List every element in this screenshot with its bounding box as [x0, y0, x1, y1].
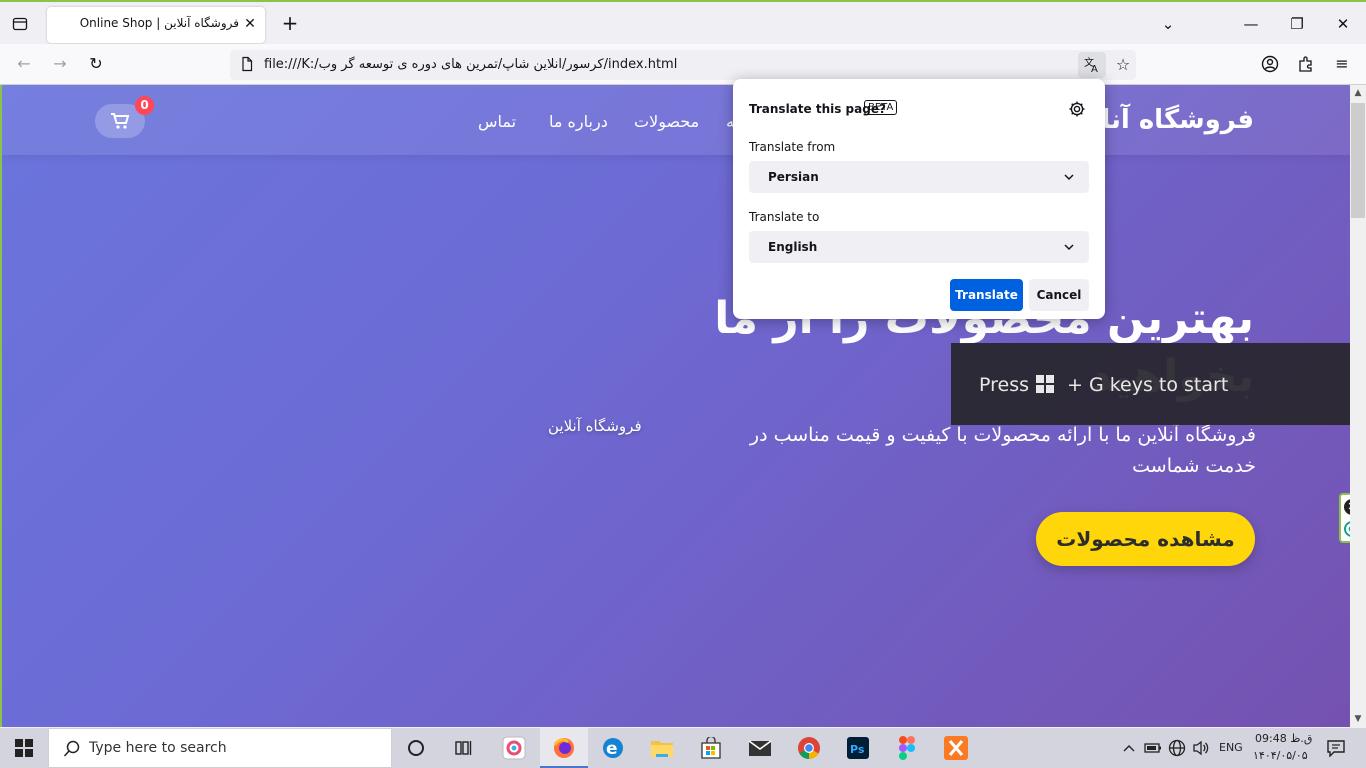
file-icon	[242, 56, 253, 72]
figma-icon[interactable]	[893, 734, 921, 762]
hero-description: فروشگاه آنلاین ما با ارائه محصولات با کی…	[749, 424, 1256, 477]
page-scrollbar[interactable]: ▲ ▼	[1350, 85, 1366, 727]
from-language-select[interactable]: Persian	[749, 161, 1089, 193]
new-tab-button[interactable]: +	[278, 12, 302, 36]
file-explorer-icon[interactable]	[648, 734, 676, 762]
extensions-icon[interactable]	[1294, 52, 1318, 76]
mail-icon[interactable]	[746, 734, 774, 762]
to-language-value: English	[768, 240, 818, 254]
cancel-button[interactable]: Cancel	[1029, 279, 1089, 311]
tab-list-icon[interactable]	[8, 12, 32, 36]
url-text[interactable]: file:///K:/کرسور/انلاین شاپ/تمرین های دو…	[264, 57, 677, 72]
to-language-select[interactable]: English	[749, 231, 1089, 263]
svg-text:A: A	[1091, 64, 1098, 74]
floating-shop-label: فروشگاه آنلاین	[548, 417, 642, 435]
photoshop-icon[interactable]: Ps	[844, 734, 872, 762]
windows-taskbar: Type here to search e Ps ENG 09:48 ق.ظ ۱…	[0, 728, 1366, 768]
edge-icon[interactable]: e	[599, 734, 627, 762]
chevron-down-icon	[1064, 174, 1074, 181]
account-icon[interactable]	[1258, 52, 1282, 76]
nav-link-about[interactable]: درباره ما	[549, 112, 608, 131]
browser-tab[interactable]: Online Shop | فروشگاه آنلاین ✕	[47, 7, 265, 43]
windows-key-icon	[1036, 375, 1054, 393]
chrome-icon[interactable]	[795, 734, 823, 762]
cortana-icon[interactable]	[402, 734, 430, 762]
nav-link-products[interactable]: محصولات	[634, 112, 699, 131]
back-icon[interactable]: ←	[12, 52, 36, 76]
gamebar-toast: Press + G keys to start	[951, 343, 1350, 425]
bookmark-star-icon[interactable]: ☆	[1110, 52, 1136, 78]
forward-icon[interactable]: →	[48, 52, 72, 76]
start-button[interactable]	[0, 728, 48, 768]
search-icon	[63, 740, 80, 757]
translate-icon[interactable]: 文A	[1078, 52, 1106, 78]
task-view-icon[interactable]	[450, 734, 478, 762]
taskbar-search[interactable]: Type here to search	[48, 728, 392, 768]
menu-icon[interactable]: ≡	[1330, 52, 1354, 76]
cart-count-badge: 0	[135, 96, 154, 115]
browser-tabbar: Online Shop | فروشگاه آنلاین ✕ + ⌄ — ❐ ✕	[0, 0, 1366, 44]
xampp-icon[interactable]	[942, 734, 970, 762]
close-window-button[interactable]: ✕	[1331, 12, 1355, 36]
settings-gear-icon[interactable]	[1068, 100, 1086, 118]
beta-badge: BETA	[864, 100, 898, 115]
view-products-button[interactable]: مشاهده محصولات	[1036, 512, 1255, 566]
translate-button[interactable]: Translate	[950, 279, 1023, 311]
from-label: Translate from	[749, 140, 836, 154]
svg-text:e: e	[606, 739, 618, 759]
nav-link-contact[interactable]: تماس	[478, 112, 516, 131]
clock-time[interactable]: 09:48 ق.ظ	[1255, 732, 1312, 745]
windows-logo-icon	[15, 739, 33, 757]
language-indicator[interactable]: ENG	[1219, 741, 1243, 754]
cart-icon	[111, 113, 130, 129]
notifications-icon[interactable]	[1322, 734, 1350, 762]
tab-close-icon[interactable]: ✕	[241, 15, 259, 33]
reload-icon[interactable]: ↻	[84, 52, 108, 76]
store-icon[interactable]	[697, 734, 725, 762]
toast-press-text: Press	[979, 374, 1030, 396]
firefox-icon[interactable]	[550, 734, 578, 762]
scroll-down-icon[interactable]: ▼	[1350, 711, 1366, 727]
to-label: Translate to	[749, 210, 820, 224]
translate-popup: Translate this page? BETA Translate from…	[733, 79, 1105, 319]
minimize-button[interactable]: —	[1239, 12, 1263, 36]
svg-text:Ps: Ps	[850, 743, 865, 756]
browser-navbar: ← → ↻ file:///K:/کرسور/انلاین شاپ/تمرین …	[0, 44, 1366, 85]
photos-app-icon[interactable]	[500, 734, 528, 762]
list-all-tabs-icon[interactable]: ⌄	[1156, 12, 1180, 36]
toast-keys-text: + G keys to start	[1067, 374, 1229, 396]
url-bar[interactable]: file:///K:/کرسور/انلاین شاپ/تمرین های دو…	[230, 50, 1136, 80]
chevron-down-icon	[1064, 244, 1074, 251]
restore-button[interactable]: ❐	[1285, 12, 1309, 36]
search-placeholder: Type here to search	[89, 740, 227, 756]
tab-title: Online Shop | فروشگاه آنلاین	[79, 16, 239, 30]
site-header: 0 تماس درباره ما محصولات خانه فروشگاه آن…	[2, 85, 1350, 155]
from-language-value: Persian	[768, 170, 819, 184]
volume-icon[interactable]	[1187, 734, 1215, 762]
scroll-up-icon[interactable]: ▲	[1350, 85, 1366, 101]
clock-date[interactable]: ۱۴۰۴/۰۵/۰۵	[1253, 749, 1308, 762]
scroll-thumb[interactable]	[1351, 103, 1365, 218]
